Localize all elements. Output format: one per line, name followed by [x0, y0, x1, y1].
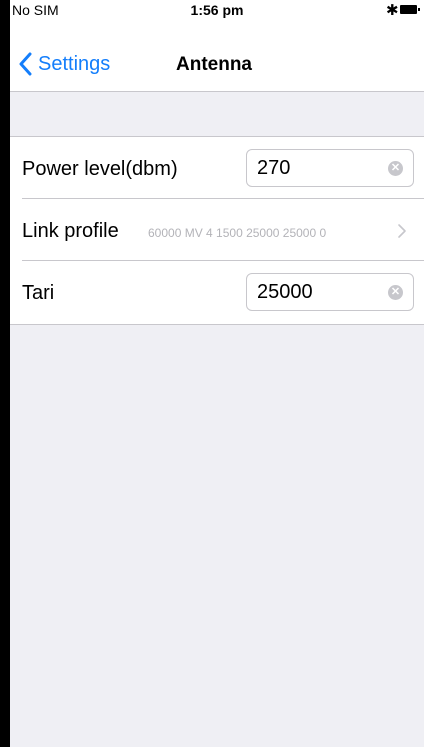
app-screen: No SIM 1:56 pm ✱ Settings Antenna Power … — [10, 0, 424, 747]
clear-circle-icon[interactable]: ✕ — [388, 285, 403, 300]
clear-circle-icon[interactable]: ✕ — [388, 161, 403, 176]
chevron-left-icon — [19, 52, 32, 76]
tari-input[interactable] — [257, 274, 375, 310]
power-level-field[interactable]: ✕ — [246, 149, 414, 187]
power-level-input[interactable] — [257, 150, 375, 186]
back-label: Settings — [38, 53, 111, 75]
link-profile-row[interactable]: Link profile 60000 MV 4 1500 25000 25000… — [10, 199, 424, 261]
page-title: Antenna — [176, 54, 252, 75]
tari-row: Tari ✕ — [10, 261, 424, 323]
power-level-row: Power level(dbm) ✕ — [10, 137, 424, 199]
navigation-bar: Settings Antenna — [10, 20, 424, 92]
tari-field[interactable]: ✕ — [246, 273, 414, 311]
tari-label: Tari — [22, 282, 55, 304]
chevron-right-icon — [398, 224, 406, 238]
link-profile-label: Link profile — [22, 220, 119, 242]
settings-table: Power level(dbm) ✕ Link profile 60000 MV… — [10, 136, 424, 325]
bluetooth-icon: ✱ — [386, 2, 399, 19]
status-bar: No SIM 1:56 pm ✱ — [10, 0, 424, 20]
link-profile-value: 60000 MV 4 1500 25000 25000 0 — [148, 226, 327, 240]
status-time: 1:56 pm — [190, 2, 244, 18]
power-level-label: Power level(dbm) — [22, 158, 178, 180]
battery-icon — [400, 5, 420, 14]
